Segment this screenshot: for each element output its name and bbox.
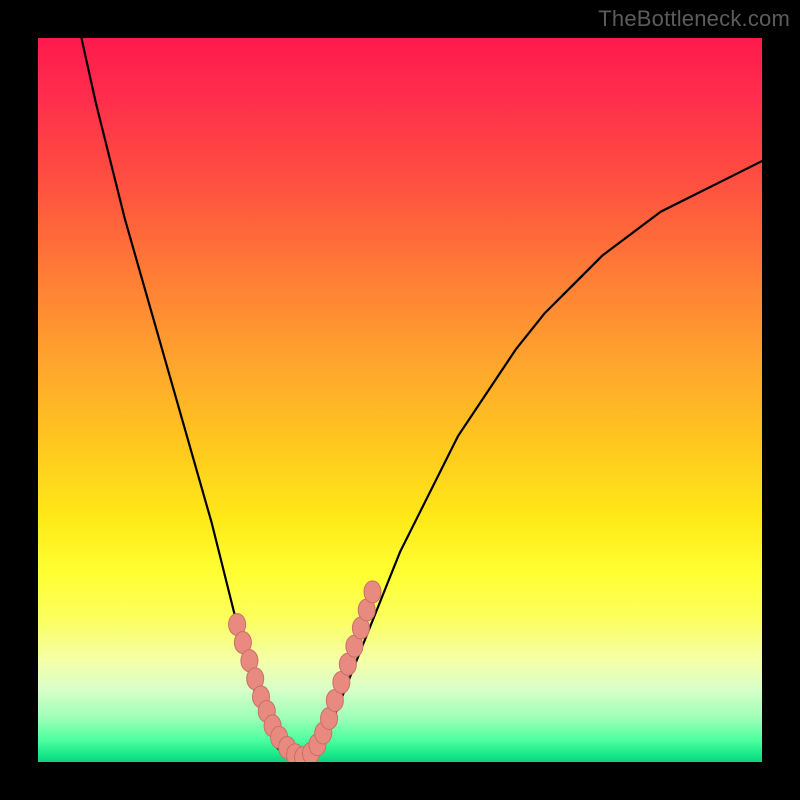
watermark-text: TheBottleneck.com [598,6,790,32]
chart-svg [38,38,762,762]
chart-frame: TheBottleneck.com [0,0,800,800]
data-marker [364,581,381,603]
bottleneck-curve [81,38,762,758]
plot-area [38,38,762,762]
